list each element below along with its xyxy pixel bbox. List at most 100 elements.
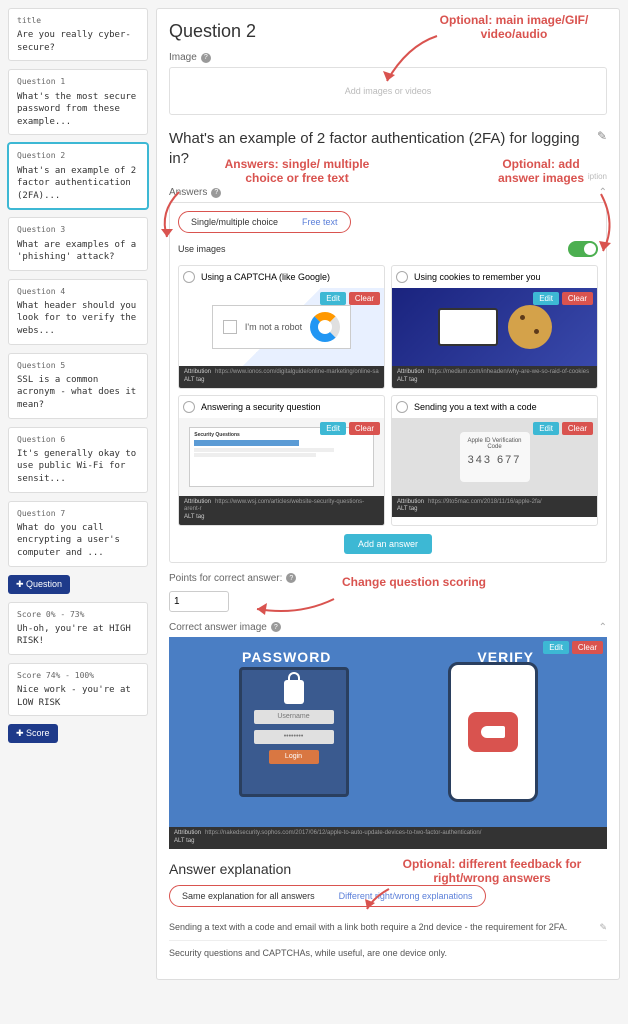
card-label: Score 0% - 73% xyxy=(17,609,139,620)
radio-button[interactable] xyxy=(183,271,195,283)
explanation-title: Answer explanation xyxy=(169,861,607,877)
use-images-toggle[interactable] xyxy=(568,241,598,257)
edit-button[interactable]: Edit xyxy=(320,422,346,435)
card-text: What do you call encrypting a user's com… xyxy=(17,522,139,560)
card-text: What header should you look for to verif… xyxy=(17,300,139,338)
card-text: It's generally okay to use public Wi-Fi … xyxy=(17,448,139,486)
answer-image[interactable]: Edit Clear xyxy=(392,288,597,366)
radio-button[interactable] xyxy=(183,401,195,413)
radio-button[interactable] xyxy=(396,271,408,283)
arrow-icon xyxy=(249,591,339,621)
sidebar-score-1[interactable]: Score 74% - 100% Nice work - you're at L… xyxy=(8,663,148,716)
answers-section: Single/multiple choice Free text Use ima… xyxy=(169,202,607,563)
pencil-icon[interactable]: ✎ xyxy=(599,921,607,935)
sidebar-question-4[interactable]: Question 4 What header should you look f… xyxy=(8,279,148,345)
answer-text-input[interactable] xyxy=(199,270,380,284)
card-label: title xyxy=(17,15,139,26)
card-text: Are you really cyber-secure? xyxy=(17,29,139,54)
correct-answer-image-section: Edit Clear PASSWORD VERIFY Username ••••… xyxy=(169,637,607,849)
answer-text-input[interactable] xyxy=(199,400,380,414)
answers-label: Answers ? ⌃ xyxy=(169,187,607,198)
sidebar: title Are you really cyber-secure? Quest… xyxy=(8,8,148,980)
card-text: Uh-oh, you're at HIGH RISK! xyxy=(17,623,139,648)
cookie-icon xyxy=(508,305,552,349)
login-screen-icon: Username •••••••• Login xyxy=(239,667,349,797)
answer-option-3: Edit Clear Security Questions Attributio… xyxy=(178,395,385,526)
security-questions-icon: Security Questions xyxy=(189,427,374,487)
edit-button[interactable]: Edit xyxy=(533,422,559,435)
chevron-up-icon[interactable]: ⌃ xyxy=(599,187,607,198)
laptop-icon xyxy=(438,308,498,346)
tab-choice[interactable]: Single/multiple choice xyxy=(179,212,290,232)
add-question-button[interactable]: ✚ Question xyxy=(8,575,70,594)
password-label: PASSWORD xyxy=(242,649,331,665)
answer-option-4: Edit Clear Apple ID Verification Code 34… xyxy=(391,395,598,526)
attribution-bar: Attributionhttps://www.wsj.com/articles/… xyxy=(179,496,384,525)
sidebar-question-5[interactable]: Question 5 SSL is a common acronym - wha… xyxy=(8,353,148,419)
card-label: Question 4 xyxy=(17,286,139,297)
pencil-icon[interactable]: ✎ xyxy=(597,129,607,145)
clear-button[interactable]: Clear xyxy=(349,422,380,435)
image-field-label: Image ? xyxy=(169,52,607,63)
card-text: SSL is a common acronym - what does it m… xyxy=(17,374,139,412)
answer-text-input[interactable] xyxy=(412,400,593,414)
card-label: Question 2 xyxy=(17,150,139,161)
sidebar-score-0[interactable]: Score 0% - 73% Uh-oh, you're at HIGH RIS… xyxy=(8,602,148,655)
correct-answer-image[interactable]: Edit Clear PASSWORD VERIFY Username ••••… xyxy=(169,637,607,827)
answer-grid: Edit Clear I'm not a robot Attributionht… xyxy=(178,265,598,526)
help-icon[interactable]: ? xyxy=(211,188,221,198)
media-dropzone[interactable]: Add images or videos xyxy=(169,67,607,115)
question-text: ✎ What's an example of 2 factor authenti… xyxy=(169,129,607,168)
tab-diff-explanation[interactable]: Different right/wrong explanations xyxy=(327,886,485,906)
help-icon[interactable]: ? xyxy=(201,53,211,63)
points-label: Points for correct answer: ? xyxy=(169,573,607,584)
answer-explanation-section: Optional: different feedback for right/w… xyxy=(169,861,607,967)
edit-button[interactable]: Edit xyxy=(533,292,559,305)
points-input[interactable] xyxy=(169,591,229,612)
attribution-bar: Attributionhttps://nakedsecurity.sophos.… xyxy=(169,827,607,849)
answer-image[interactable]: Edit Clear Apple ID Verification Code 34… xyxy=(392,418,597,496)
answer-image[interactable]: Edit Clear Security Questions xyxy=(179,418,384,496)
answer-option-2: Edit Clear Attributionhttps://medium.com… xyxy=(391,265,598,389)
tab-same-explanation[interactable]: Same explanation for all answers xyxy=(170,886,327,906)
card-label: Question 7 xyxy=(17,508,139,519)
add-score-button[interactable]: ✚ Score xyxy=(8,724,58,743)
help-icon[interactable]: ? xyxy=(271,622,281,632)
key-icon xyxy=(481,726,505,738)
sidebar-title-card[interactable]: title Are you really cyber-secure? xyxy=(8,8,148,61)
card-label: Question 1 xyxy=(17,76,139,87)
sidebar-question-3[interactable]: Question 3 What are examples of a 'phish… xyxy=(8,217,148,270)
tab-free-text[interactable]: Free text xyxy=(290,212,350,232)
sidebar-question-7[interactable]: Question 7 What do you call encrypting a… xyxy=(8,501,148,567)
card-label: Question 5 xyxy=(17,360,139,371)
answer-type-tabs: Single/multiple choice Free text xyxy=(178,211,351,233)
clear-button[interactable]: Clear xyxy=(562,422,593,435)
answer-text-input[interactable] xyxy=(412,270,593,284)
phone-icon xyxy=(448,662,538,802)
clear-button[interactable]: Clear xyxy=(562,292,593,305)
main-panel: Optional: main image/GIF/ video/audio An… xyxy=(156,8,620,980)
add-answer-button[interactable]: Add an answer xyxy=(344,534,432,554)
explanation-line[interactable]: ✎ Sending a text with a code and email w… xyxy=(169,915,607,942)
help-icon[interactable]: ? xyxy=(286,573,296,583)
card-text: Nice work - you're at LOW RISK xyxy=(17,684,139,709)
correct-image-label: Correct answer image ? ⌃ xyxy=(169,622,607,633)
edit-button[interactable]: Edit xyxy=(320,292,346,305)
clear-button[interactable]: Clear xyxy=(349,292,380,305)
card-label: Score 74% - 100% xyxy=(17,670,139,681)
sidebar-question-1[interactable]: Question 1 What's the most secure passwo… xyxy=(8,69,148,135)
card-label: Question 3 xyxy=(17,224,139,235)
card-label: Question 6 xyxy=(17,434,139,445)
explanation-tabs: Same explanation for all answers Differe… xyxy=(169,885,486,907)
sidebar-question-6[interactable]: Question 6 It's generally okay to use pu… xyxy=(8,427,148,493)
answer-image[interactable]: Edit Clear I'm not a robot xyxy=(179,288,384,366)
lock-icon xyxy=(284,680,304,704)
question-title: Question 2 xyxy=(169,21,607,42)
attribution-bar: Attributionhttps://www.ionos.com/digital… xyxy=(179,366,384,388)
radio-button[interactable] xyxy=(396,401,408,413)
card-text: What are examples of a 'phishing' attack… xyxy=(17,239,139,264)
explanation-line[interactable]: Security questions and CAPTCHAs, while u… xyxy=(169,941,607,967)
attribution-bar: Attributionhttps://9to5mac.com/2018/11/1… xyxy=(392,496,597,518)
chevron-up-icon[interactable]: ⌃ xyxy=(599,622,607,633)
sidebar-question-2[interactable]: Question 2 What's an example of 2 factor… xyxy=(8,143,148,209)
